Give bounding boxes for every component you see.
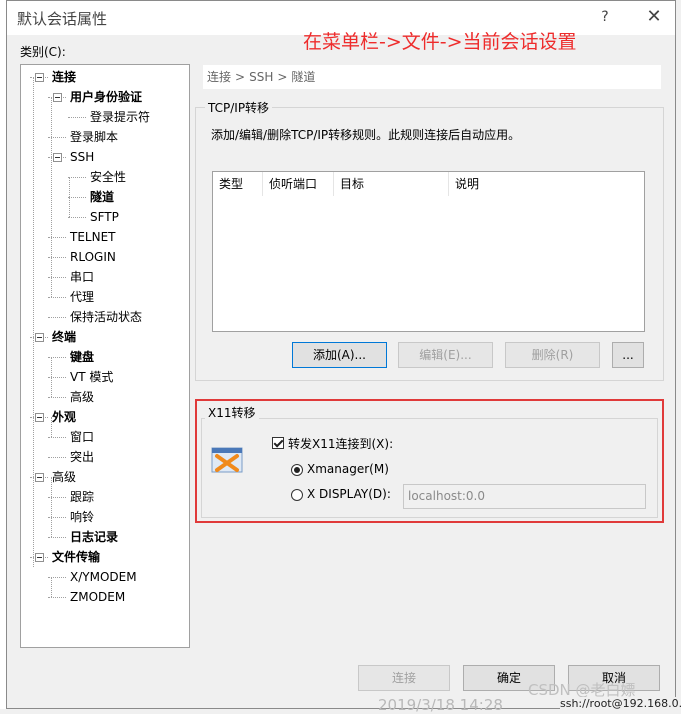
tree-item[interactable]: 登录提示符: [90, 108, 150, 126]
annotation-text: 在菜单栏->文件->当前会话设置: [303, 31, 577, 53]
collapse-toggle-icon[interactable]: [53, 153, 62, 162]
collapse-toggle-icon[interactable]: [35, 553, 44, 562]
xdisplay-radio[interactable]: [291, 489, 303, 501]
tree-item[interactable]: 保持活动状态: [70, 308, 142, 326]
category-tree[interactable]: 连接用户身份验证登录提示符登录脚本 SSH 安全性隧道 SFTP TELNET RLOGI…: [20, 64, 190, 648]
xmanager-radio[interactable]: [291, 464, 303, 476]
collapse-toggle-icon[interactable]: [35, 73, 44, 82]
status-bar-text: ssh://root@192.168.0.: [560, 697, 681, 710]
help-button[interactable]: ?: [592, 5, 618, 29]
edit-button[interactable]: 编辑(E)...: [398, 342, 493, 368]
tree-guide-line: [51, 97, 52, 297]
tree-connector: [68, 117, 86, 118]
tree-connector: [48, 437, 66, 438]
tree-item[interactable]: 键盘: [70, 348, 94, 366]
tree-item[interactable]: 文件传输: [52, 548, 100, 566]
tcpip-group-title: TCP/IP转移: [205, 99, 273, 116]
tree-guide-line: [51, 417, 52, 437]
tree-item[interactable]: 响铃: [70, 508, 94, 526]
delete-button[interactable]: 删除(R): [505, 342, 600, 368]
tree-item[interactable]: 窗口: [70, 428, 94, 446]
tree-item[interactable]: 日志记录: [70, 528, 118, 546]
tree-item[interactable]: SSH: [70, 148, 94, 166]
tree-item[interactable]: 外观: [52, 408, 76, 426]
column-header-target[interactable]: 目标: [334, 172, 449, 196]
collapse-toggle-icon[interactable]: [35, 413, 44, 422]
tree-connector: [48, 397, 66, 398]
tcpip-description: 添加/编辑/删除TCP/IP转移规则。此规则连接后自动应用。: [211, 128, 521, 142]
column-header-type[interactable]: 类型: [213, 172, 263, 196]
tree-guide-line: [33, 77, 34, 567]
breadcrumb-item: 连接: [207, 70, 232, 84]
session-properties-dialog: 默认会话属性 ? ✕ 在菜单栏->文件->当前会话设置 类别(C): 连接用户身…: [6, 0, 676, 709]
tree-item[interactable]: ZMODEM: [70, 588, 125, 606]
tree-item[interactable]: 终端: [52, 328, 76, 346]
xdisplay-radio-label: X DISPLAY(D):: [307, 487, 391, 501]
category-label: 类别(C):: [20, 45, 66, 59]
breadcrumb: 连接 > SSH > 隧道: [203, 65, 661, 89]
xmanager-logo-icon: [211, 446, 243, 474]
background-timestamp: 2019/3/18 14:28: [378, 696, 503, 714]
tree-connector: [68, 217, 86, 218]
tree-item[interactable]: 连接: [52, 68, 76, 86]
breadcrumb-separator: >: [277, 70, 288, 84]
tree-connector: [48, 457, 66, 458]
tree-item[interactable]: 高级: [52, 468, 76, 486]
column-header-listen-port[interactable]: 侦听端口: [263, 172, 334, 196]
tree-guide-line: [69, 177, 70, 217]
tree-connector: [48, 537, 66, 538]
tree-item[interactable]: 用户身份验证: [70, 88, 142, 106]
tree-connector: [48, 317, 66, 318]
tree-guide-line: [51, 577, 52, 597]
breadcrumb-separator: >: [235, 70, 246, 84]
tree-guide-line: [51, 477, 52, 537]
tree-item[interactable]: 代理: [70, 288, 94, 306]
tree-item[interactable]: 跟踪: [70, 488, 94, 506]
collapse-toggle-icon[interactable]: [53, 93, 62, 102]
tree-item[interactable]: 隧道: [90, 188, 114, 206]
tree-item[interactable]: 登录脚本: [70, 128, 118, 146]
forward-x11-checkbox[interactable]: [272, 437, 284, 449]
tree-connector: [48, 597, 66, 598]
tree-item[interactable]: 高级: [70, 388, 94, 406]
xdisplay-input[interactable]: localhost:0.0: [403, 484, 646, 509]
tree-item[interactable]: VT 模式: [70, 368, 113, 386]
collapse-toggle-icon[interactable]: [35, 473, 44, 482]
more-button[interactable]: ...: [612, 342, 644, 368]
tree-item[interactable]: 串口: [70, 268, 94, 286]
tree-guide-line: [51, 357, 52, 397]
tree-item[interactable]: 安全性: [90, 168, 126, 186]
add-button[interactable]: 添加(A)...: [292, 342, 387, 368]
close-button[interactable]: ✕: [637, 3, 671, 31]
xmanager-radio-label: Xmanager(M): [307, 462, 389, 476]
window-title: 默认会话属性: [17, 10, 108, 28]
tree-connector: [68, 177, 86, 178]
tree-item[interactable]: TELNET: [70, 228, 116, 246]
tree-connector: [68, 197, 86, 198]
breadcrumb-item: 隧道: [291, 70, 316, 84]
tree-item[interactable]: RLOGIN: [70, 248, 116, 266]
breadcrumb-item: SSH: [249, 70, 274, 84]
tcpip-rules-list[interactable]: 类型 侦听端口 目标 说明: [212, 171, 645, 332]
collapse-toggle-icon[interactable]: [35, 333, 44, 342]
tree-item[interactable]: SFTP: [90, 208, 119, 226]
tree-item[interactable]: X/YMODEM: [70, 568, 137, 586]
connect-button[interactable]: 连接: [358, 665, 450, 691]
column-header-description[interactable]: 说明: [449, 172, 645, 196]
forward-x11-label: 转发X11连接到(X):: [288, 437, 394, 451]
tree-connector: [48, 297, 66, 298]
tree-item[interactable]: 突出: [70, 448, 94, 466]
